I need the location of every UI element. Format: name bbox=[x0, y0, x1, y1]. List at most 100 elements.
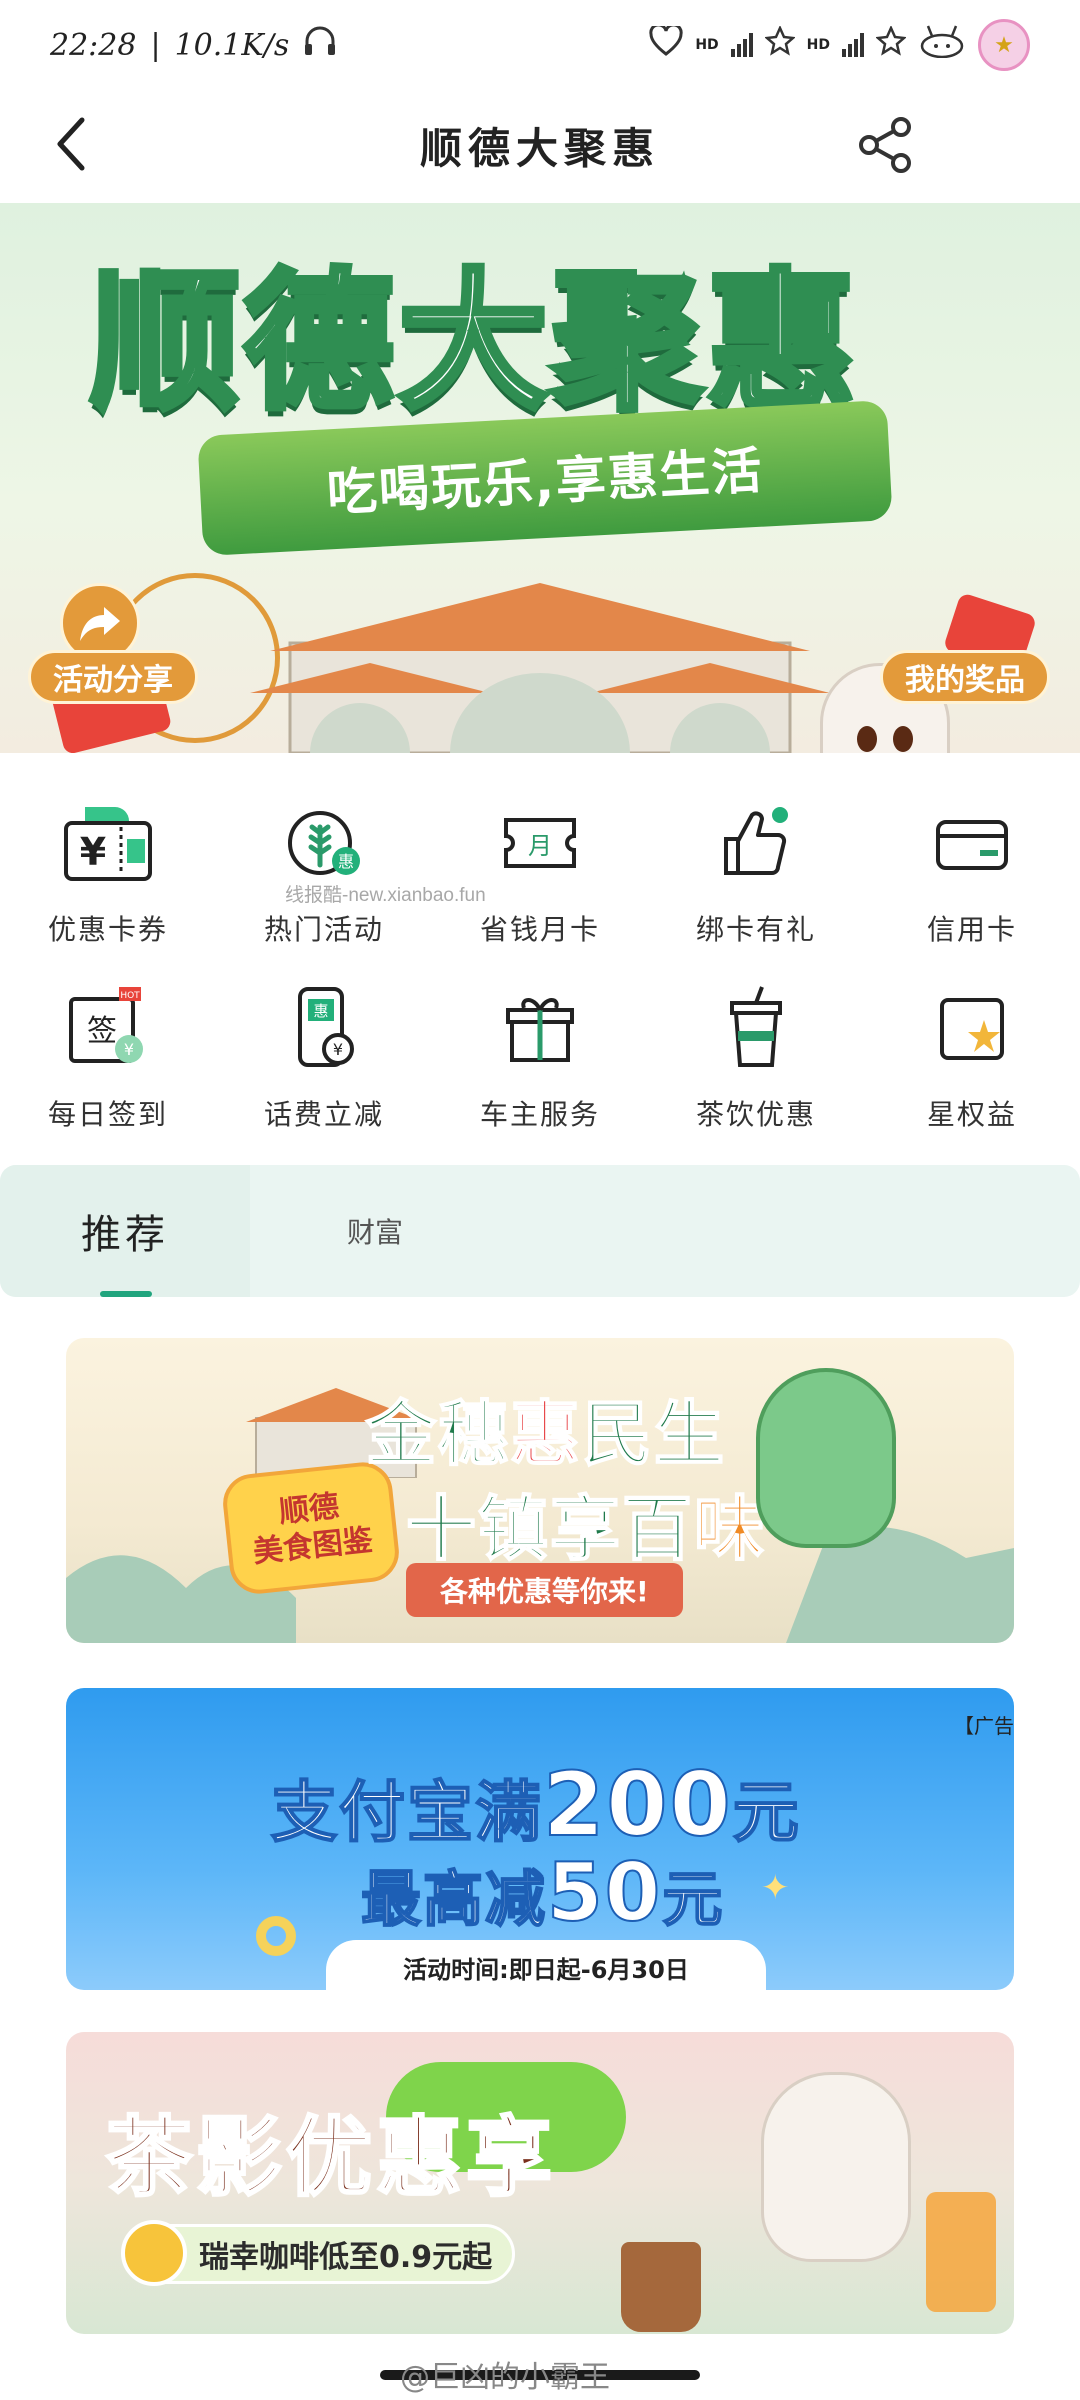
signal-icon-2 bbox=[842, 33, 864, 57]
grid-label: 每日签到 bbox=[47, 1098, 168, 1131]
grid-label: 茶饮优惠 bbox=[695, 1098, 816, 1131]
share-button[interactable] bbox=[850, 110, 920, 180]
watermark: 线报酷-new.xianbao.fun bbox=[285, 885, 486, 906]
grid-item-credit-card[interactable]: 信用卡 bbox=[864, 778, 1080, 963]
archway-illustration bbox=[250, 583, 830, 753]
grid-label: 省钱月卡 bbox=[479, 913, 600, 946]
text-segment: 元 bbox=[732, 1773, 801, 1852]
flower-icon bbox=[121, 2220, 187, 2286]
page-title: 顺德大聚惠 bbox=[419, 123, 660, 173]
hero-headline: 顺德大聚惠 bbox=[87, 253, 861, 433]
svg-text:¥: ¥ bbox=[333, 1040, 343, 1059]
promo2-time: 活动时间:即日起-6月30日 bbox=[326, 1940, 766, 1990]
phone-bill-icon: 惠 ¥ bbox=[279, 983, 369, 1073]
back-button[interactable] bbox=[40, 112, 104, 176]
grid-label: 话费立减 bbox=[263, 1098, 384, 1131]
grid-item-star-rights[interactable]: 星权益 bbox=[864, 963, 1080, 1148]
svg-text:HOT: HOT bbox=[120, 991, 140, 1001]
star-outline-icon-1 bbox=[763, 24, 796, 64]
grid-label: 优惠卡券 bbox=[47, 913, 168, 946]
thumbs-up-icon bbox=[711, 798, 801, 888]
bunny-battery-icon bbox=[918, 24, 966, 66]
svg-text:签: 签 bbox=[87, 1014, 117, 1049]
avatar-badge-icon: ★ bbox=[978, 19, 1030, 71]
gift-icon bbox=[495, 983, 585, 1073]
promo1-headline-1: 金穗惠民生 bbox=[365, 1378, 726, 1479]
promo1-pill: 各种优惠等你来! bbox=[406, 1563, 683, 1617]
tab-recommended[interactable]: 推荐 bbox=[0, 1165, 250, 1297]
grid-item-coupons[interactable]: ¥ 优惠卡券 bbox=[0, 778, 216, 963]
status-right: HD HD ★ bbox=[649, 19, 1030, 71]
tab-label: 财富 bbox=[346, 1216, 403, 1249]
promo1-headline-2: 十镇享百味 bbox=[405, 1473, 766, 1574]
weibo-watermark: @巨凶的小霸王 bbox=[400, 2360, 610, 2395]
grid-label: 信用卡 bbox=[926, 913, 1017, 946]
svg-text:惠: 惠 bbox=[313, 1002, 328, 1020]
grid-item-bind-card-gift[interactable]: 绑卡有礼 bbox=[648, 778, 864, 963]
my-prizes-button[interactable]: 我的奖品 bbox=[880, 650, 1050, 704]
grid-item-monthly-card[interactable]: 月 省钱月卡 bbox=[432, 778, 648, 963]
text-segment: 元 bbox=[661, 1864, 725, 1936]
drink-cup-icon bbox=[711, 983, 801, 1073]
status-time: 22:28 bbox=[50, 27, 137, 63]
drink-illustration bbox=[926, 2192, 996, 2312]
promo2-line-2: 最高减50元 bbox=[360, 1845, 725, 1940]
chevron-left-icon bbox=[57, 117, 85, 171]
grid-item-tea-drinks[interactable]: 茶饮优惠 bbox=[648, 963, 864, 1148]
svg-text:惠: 惠 bbox=[338, 852, 354, 871]
grid-item-daily-checkin[interactable]: 签 HOT ¥ 每日签到 bbox=[0, 963, 216, 1148]
tab-wealth[interactable]: 财富 bbox=[250, 1165, 500, 1297]
credit-card-icon bbox=[927, 798, 1017, 888]
hero-banner[interactable]: 顺德大聚惠 吃喝玩乐,享惠生活 活动分享 我的奖品 bbox=[0, 203, 1080, 753]
mascot-guitar-illustration bbox=[761, 2072, 911, 2262]
star-outline-icon-2 bbox=[875, 24, 907, 64]
promo3-subtitle: 瑞幸咖啡低至0.9元起 bbox=[136, 2224, 516, 2284]
status-left: 22:28 | 10.1K/s bbox=[50, 25, 337, 65]
status-bar: 22:28 | 10.1K/s HD HD ★ bbox=[0, 0, 1080, 90]
hd-label-1: HD bbox=[695, 37, 719, 53]
text-segment: 200 bbox=[542, 1752, 733, 1857]
frog-mascot-illustration bbox=[756, 1368, 896, 1548]
text-segment: 惠 bbox=[509, 1392, 582, 1476]
sparkle-icon: ✦ bbox=[761, 1868, 790, 1908]
svg-text:¥: ¥ bbox=[124, 1040, 134, 1059]
svg-text:¥: ¥ bbox=[80, 830, 106, 874]
tab-label: 推荐 bbox=[81, 1212, 169, 1258]
share-icon bbox=[859, 117, 911, 173]
text-segment: 最高减 bbox=[360, 1864, 547, 1936]
text-segment: 民生 bbox=[581, 1392, 726, 1476]
wheat-badge-icon: 惠 bbox=[279, 798, 369, 888]
food-guide-badge: 顺德 美食图鉴 bbox=[220, 1459, 402, 1597]
ad-tag: 【广告 bbox=[954, 1714, 1014, 1738]
activity-share-button[interactable]: 活动分享 bbox=[28, 650, 198, 704]
hd-label-2: HD bbox=[806, 37, 830, 53]
grid-item-phone-bill[interactable]: 惠 ¥ 话费立减 bbox=[216, 963, 432, 1148]
grid-item-hot-events[interactable]: 惠 热门活动 bbox=[216, 778, 432, 963]
status-divider: | bbox=[150, 27, 161, 63]
coupon-icon: ¥ bbox=[63, 798, 153, 888]
headphones-icon bbox=[303, 25, 337, 65]
coffee-cup-illustration bbox=[621, 2242, 701, 2332]
grid-label: 绑卡有礼 bbox=[695, 913, 816, 946]
text-segment: 十镇享百 bbox=[405, 1487, 694, 1571]
grid-item-car-owner[interactable]: 车主服务 bbox=[432, 963, 648, 1148]
grid-label: 车主服务 bbox=[479, 1098, 600, 1131]
service-grid: ¥ 优惠卡券 惠 热门活动 月 省钱月卡 绑卡有礼 信用卡 签 HOT ¥ 每日签到… bbox=[0, 778, 1080, 1158]
monthly-card-icon: 月 bbox=[495, 798, 585, 888]
grid-label: 星权益 bbox=[926, 1098, 1017, 1131]
content-tabs: 推荐 财富 bbox=[0, 1165, 1080, 1297]
grid-label: 热门活动 bbox=[263, 913, 384, 946]
star-card-icon bbox=[927, 983, 1017, 1073]
nav-bar: 顺德大聚惠 bbox=[0, 90, 1080, 200]
promo-banner-tea-coffee[interactable]: 茶影优惠享 瑞幸咖啡低至0.9元起 bbox=[66, 2032, 1014, 2334]
svg-text:月: 月 bbox=[528, 832, 552, 860]
promo3-title: 茶影优惠享 bbox=[105, 2107, 556, 2210]
badge-line-2: 美食图鉴 bbox=[251, 1522, 375, 1571]
heart-icon bbox=[649, 23, 683, 64]
text-segment: 50 bbox=[546, 1845, 663, 1940]
promo-banner-alipay[interactable]: 【广告 支付宝满200元 最高减50元 ✦ 活动时间:即日起-6月30日 bbox=[66, 1688, 1014, 1990]
text-segment: 支付宝满 bbox=[270, 1773, 543, 1852]
signal-icon-1 bbox=[730, 33, 753, 57]
promo-banner-food-guide[interactable]: 顺德 美食图鉴 金穗惠民生 十镇享百味 各种优惠等你来! bbox=[66, 1338, 1014, 1643]
hero-slogan: 吃喝玩乐,享惠生活 bbox=[325, 441, 765, 523]
